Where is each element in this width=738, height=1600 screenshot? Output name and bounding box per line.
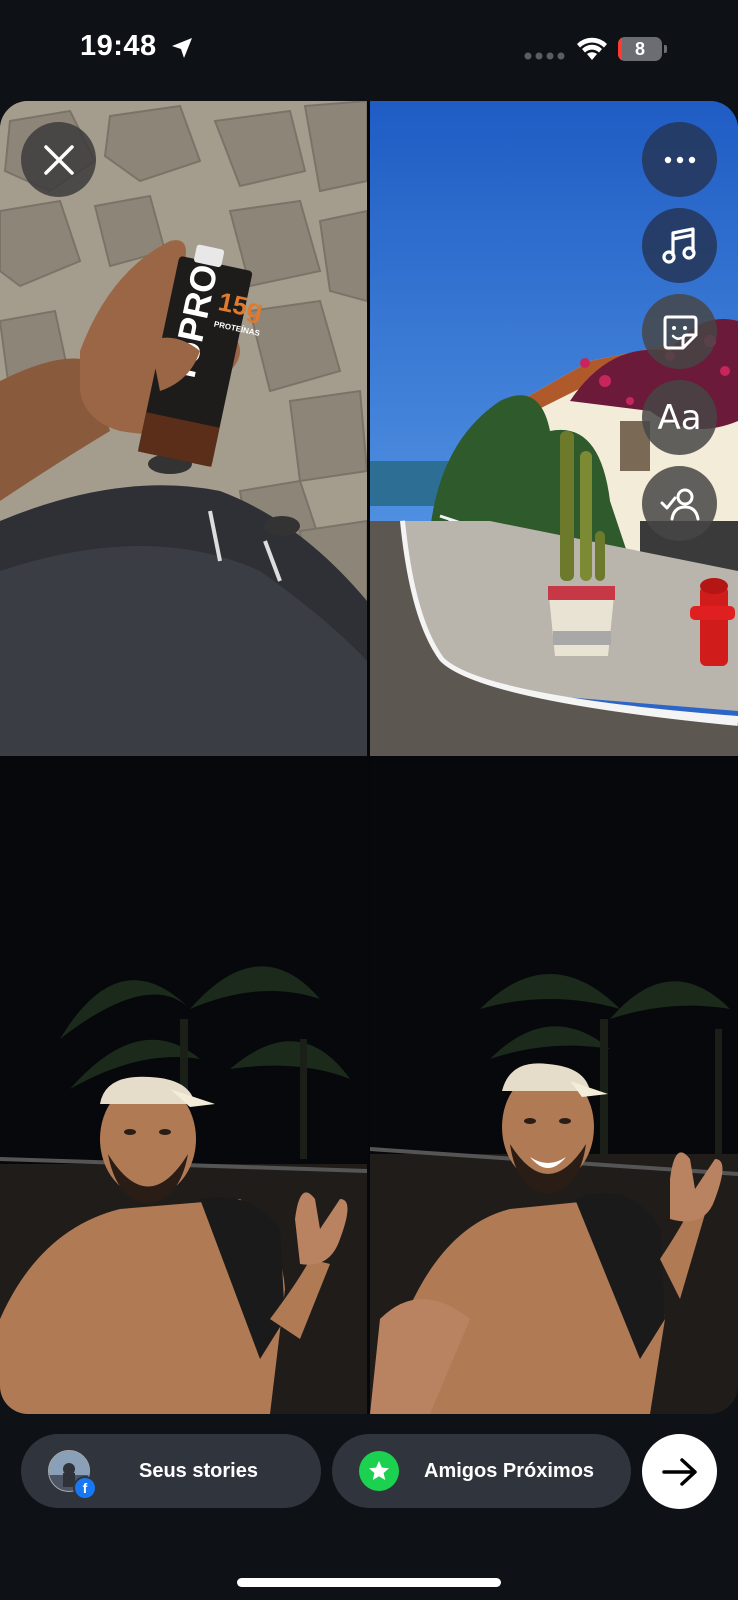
close-friends-button[interactable]: Amigos Próximos	[332, 1434, 631, 1508]
selfie2-photo-art	[370, 759, 738, 1414]
text-tool-label: Aa	[657, 397, 702, 438]
cellular-signal-icon	[524, 52, 565, 60]
facebook-icon: f	[73, 1476, 97, 1500]
close-friends-star-badge	[359, 1451, 399, 1491]
photo-night-selfie-2[interactable]	[370, 759, 738, 1414]
arrow-right-icon	[661, 1457, 697, 1486]
status-time: 19:48	[80, 30, 157, 62]
your-stories-button[interactable]: f Seus stories	[21, 1434, 321, 1508]
star-icon	[369, 1461, 389, 1480]
status-bar: 19:48 8	[0, 0, 738, 100]
yopro-photo-art: YoPRO 15g PROTEÍNAS	[0, 101, 367, 756]
music-icon	[661, 226, 696, 264]
battery-indicator: 8	[618, 37, 668, 61]
music-button[interactable]	[642, 208, 717, 283]
close-button[interactable]	[21, 122, 96, 197]
home-indicator[interactable]	[237, 1578, 501, 1587]
photo-yopro-drink[interactable]: YoPRO 15g PROTEÍNAS	[0, 101, 367, 756]
more-icon	[664, 156, 695, 163]
mention-icon	[660, 488, 699, 520]
location-arrow-icon	[172, 38, 192, 58]
text-tool-button[interactable]: Aa	[642, 380, 717, 455]
more-options-button[interactable]	[642, 122, 717, 197]
photo-night-selfie-1[interactable]	[0, 759, 367, 1414]
close-icon	[43, 144, 74, 175]
sticker-icon	[663, 315, 697, 349]
selfie1-photo-art	[0, 759, 367, 1414]
battery-percent: 8	[634, 39, 645, 59]
share-next-button[interactable]	[642, 1434, 717, 1509]
mention-people-button[interactable]	[642, 466, 717, 541]
your-stories-label: Seus stories	[139, 1460, 258, 1482]
wifi-icon	[577, 37, 607, 60]
close-friends-label: Amigos Próximos	[424, 1460, 595, 1482]
sticker-button[interactable]	[642, 294, 717, 369]
story-canvas[interactable]: YoPRO 15g PROTEÍNAS	[0, 101, 738, 1414]
